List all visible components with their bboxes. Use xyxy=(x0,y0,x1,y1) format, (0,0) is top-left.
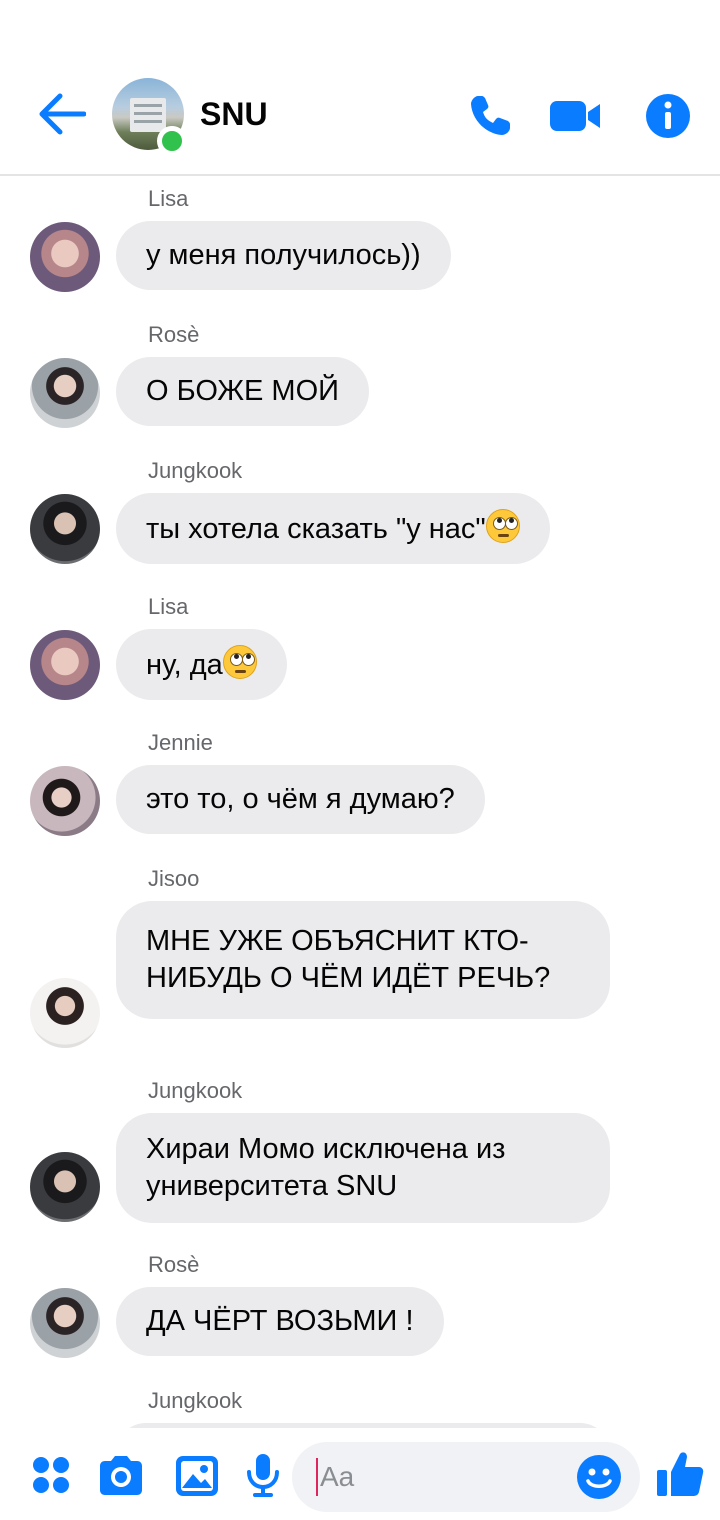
message-bubble[interactable]: ты хотела сказать "у нас" xyxy=(116,493,550,564)
camera-icon[interactable] xyxy=(96,1450,146,1500)
avatar[interactable] xyxy=(30,358,100,428)
chat-header: SNU xyxy=(0,0,720,176)
chat-title[interactable]: SNU xyxy=(200,96,268,133)
avatar[interactable] xyxy=(30,978,100,1048)
message-bubble[interactable]: ну, да xyxy=(116,629,287,700)
info-icon[interactable] xyxy=(644,92,692,140)
sender-name: Rosè xyxy=(148,322,200,347)
sender-name: Lisa xyxy=(148,594,189,619)
message-input[interactable] xyxy=(320,1454,560,1500)
online-status-dot xyxy=(157,126,187,156)
sender-name: Jungkook xyxy=(148,458,243,483)
apps-grid-icon[interactable] xyxy=(26,1450,76,1500)
avatar[interactable] xyxy=(30,766,100,836)
back-arrow-icon[interactable] xyxy=(38,92,86,136)
message-list[interactable]: Lisa у меня получилось)) Rosè О БОЖЕ МОЙ… xyxy=(0,178,720,1440)
rolling-eyes-emoji-icon xyxy=(222,645,257,679)
sender-name: Jungkook xyxy=(148,1078,243,1103)
gallery-icon[interactable] xyxy=(172,1450,222,1500)
video-camera-icon[interactable] xyxy=(548,92,604,140)
avatar[interactable] xyxy=(30,222,100,292)
message-composer xyxy=(0,1428,720,1520)
sender-name: Jungkook xyxy=(148,1388,243,1413)
rolling-eyes-emoji-icon xyxy=(485,509,520,543)
message-bubble[interactable]: ДА ЧЁРТ ВОЗЬМИ ! xyxy=(116,1287,444,1356)
emoji-icon[interactable] xyxy=(574,1452,624,1502)
avatar[interactable] xyxy=(30,630,100,700)
message-bubble[interactable]: Хираи Момо исключена из университета SNU xyxy=(116,1113,610,1223)
text-cursor xyxy=(316,1458,318,1496)
avatar[interactable] xyxy=(30,1152,100,1222)
sender-name: Rosè xyxy=(148,1252,200,1277)
thumbs-up-icon[interactable] xyxy=(654,1448,706,1500)
microphone-icon[interactable] xyxy=(238,1450,288,1500)
message-bubble[interactable]: у меня получилось)) xyxy=(116,221,451,290)
sender-name: Lisa xyxy=(148,186,189,211)
sender-name: Jennie xyxy=(148,730,213,755)
avatar[interactable] xyxy=(30,494,100,564)
sender-name: Jisoo xyxy=(148,866,200,891)
message-bubble[interactable]: О БОЖЕ МОЙ xyxy=(116,357,369,426)
message-bubble[interactable]: МНЕ УЖЕ ОБЪЯСНИТ КТО-НИБУДЬ О ЧЁМ ИДЁТ Р… xyxy=(116,901,610,1019)
avatar[interactable] xyxy=(30,1288,100,1358)
message-bubble[interactable]: это то, о чём я думаю? xyxy=(116,765,485,834)
phone-icon[interactable] xyxy=(466,92,514,140)
